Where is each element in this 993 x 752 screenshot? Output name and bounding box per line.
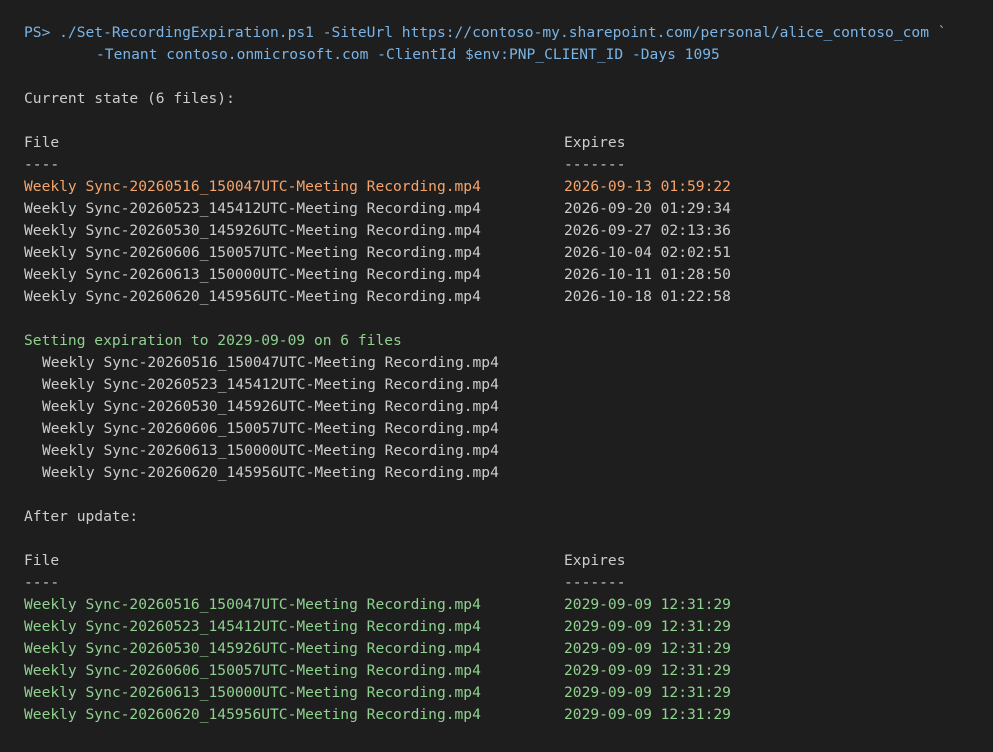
current-table-header: File Expires: [24, 132, 984, 154]
col-expires-separator: -------: [564, 574, 626, 591]
list-item: Weekly Sync-20260606_150057UTC-Meeting R…: [42, 420, 499, 437]
list-item: Weekly Sync-20260620_145956UTC-Meeting R…: [42, 464, 499, 481]
list-item: Weekly Sync-20260523_145412UTC-Meeting R…: [42, 376, 499, 393]
expires-value: 2026-09-13 01:59:22: [564, 178, 731, 195]
col-expires-separator: -------: [564, 156, 626, 173]
col-expires-header: Expires: [564, 552, 626, 569]
file-name: Weekly Sync-20260613_150000UTC-Meeting R…: [24, 266, 481, 283]
file-name: Weekly Sync-20260516_150047UTC-Meeting R…: [24, 178, 481, 195]
file-name: Weekly Sync-20260613_150000UTC-Meeting R…: [24, 684, 481, 701]
after-table-separator: ---- -------: [24, 572, 984, 594]
setting-heading: Setting expiration to 2029-09-09 on 6 fi…: [24, 332, 402, 349]
table-row: Weekly Sync-20260613_150000UTC-Meeting R…: [24, 682, 984, 704]
file-name: Weekly Sync-20260620_145956UTC-Meeting R…: [24, 288, 481, 305]
file-name: Weekly Sync-20260530_145926UTC-Meeting R…: [24, 222, 481, 239]
table-row: Weekly Sync-20260620_145956UTC-Meeting R…: [24, 286, 984, 308]
expires-value: 2029-09-09 12:31:29: [564, 596, 731, 613]
table-row: Weekly Sync-20260530_145926UTC-Meeting R…: [24, 638, 984, 660]
table-row: Weekly Sync-20260523_145412UTC-Meeting R…: [24, 198, 984, 220]
after-table-header: File Expires: [24, 550, 984, 572]
current-state-heading: Current state (6 files):: [24, 90, 235, 107]
current-table-separator: ---- -------: [24, 154, 984, 176]
expires-value: 2026-09-27 02:13:36: [564, 222, 731, 239]
expires-value: 2026-10-04 02:02:51: [564, 244, 731, 261]
file-name: Weekly Sync-20260523_145412UTC-Meeting R…: [24, 200, 481, 217]
list-item: Weekly Sync-20260613_150000UTC-Meeting R…: [42, 442, 499, 459]
expires-value: 2029-09-09 12:31:29: [564, 618, 731, 635]
col-file-separator: ----: [24, 574, 60, 591]
table-row: Weekly Sync-20260516_150047UTC-Meeting R…: [24, 176, 984, 198]
expires-value: 2026-09-20 01:29:34: [564, 200, 731, 217]
command-line: PS> ./Set-RecordingExpiration.ps1 -SiteU…: [24, 24, 947, 41]
table-row: Weekly Sync-20260613_150000UTC-Meeting R…: [24, 264, 984, 286]
col-file-header: File: [24, 134, 60, 151]
list-item: Weekly Sync-20260516_150047UTC-Meeting R…: [42, 354, 499, 371]
table-row: Weekly Sync-20260523_145412UTC-Meeting R…: [24, 616, 984, 638]
table-row: Weekly Sync-20260530_145926UTC-Meeting R…: [24, 220, 984, 242]
col-file-separator: ----: [24, 156, 60, 173]
col-expires-header: Expires: [564, 134, 626, 151]
command-continuation: -Tenant contoso.onmicrosoft.com -ClientI…: [96, 46, 720, 63]
file-name: Weekly Sync-20260516_150047UTC-Meeting R…: [24, 596, 481, 613]
file-name: Weekly Sync-20260606_150057UTC-Meeting R…: [24, 244, 481, 261]
expires-value: 2026-10-11 01:28:50: [564, 266, 731, 283]
table-row: Weekly Sync-20260516_150047UTC-Meeting R…: [24, 594, 984, 616]
file-name: Weekly Sync-20260620_145956UTC-Meeting R…: [24, 706, 481, 723]
table-row: Weekly Sync-20260606_150057UTC-Meeting R…: [24, 242, 984, 264]
after-update-heading: After update:: [24, 508, 139, 525]
file-name: Weekly Sync-20260530_145926UTC-Meeting R…: [24, 640, 481, 657]
table-row: Weekly Sync-20260606_150057UTC-Meeting R…: [24, 660, 984, 682]
expires-value: 2029-09-09 12:31:29: [564, 640, 731, 657]
file-name: Weekly Sync-20260523_145412UTC-Meeting R…: [24, 618, 481, 635]
file-name: Weekly Sync-20260606_150057UTC-Meeting R…: [24, 662, 481, 679]
col-file-header: File: [24, 552, 60, 569]
list-item: Weekly Sync-20260530_145926UTC-Meeting R…: [42, 398, 499, 415]
table-row: Weekly Sync-20260620_145956UTC-Meeting R…: [24, 704, 984, 726]
expires-value: 2026-10-18 01:22:58: [564, 288, 731, 305]
expires-value: 2029-09-09 12:31:29: [564, 684, 731, 701]
expires-value: 2029-09-09 12:31:29: [564, 706, 731, 723]
expires-value: 2029-09-09 12:31:29: [564, 662, 731, 679]
terminal-output[interactable]: PS> ./Set-RecordingExpiration.ps1 -SiteU…: [24, 22, 984, 726]
